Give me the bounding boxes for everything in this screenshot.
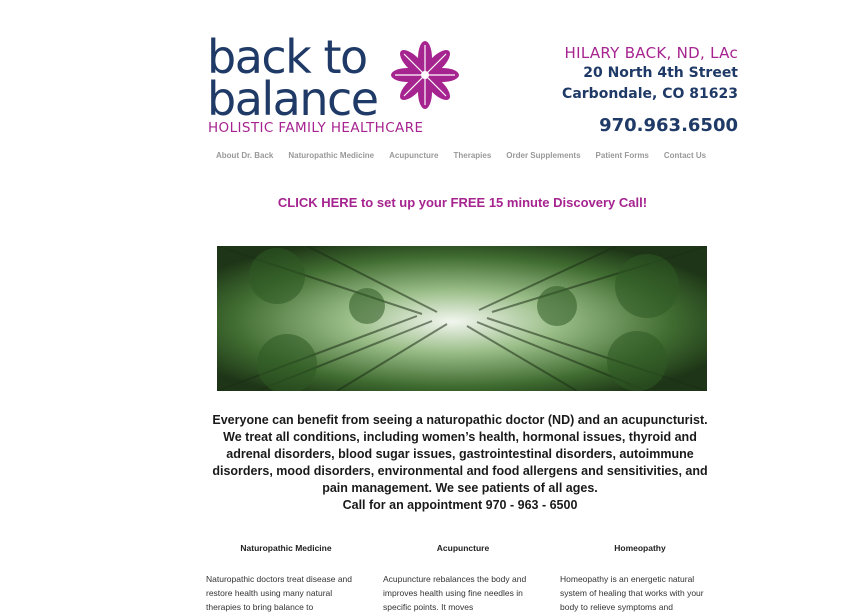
intro-paragraph: Everyone can benefit from seeing a natur… bbox=[212, 413, 708, 495]
nav-naturopathic-medicine[interactable]: Naturopathic Medicine bbox=[288, 151, 374, 160]
appointment-line: Call for an appointment 970 - 963 - 6500 bbox=[342, 498, 578, 512]
intro-text: Everyone can benefit from seeing a natur… bbox=[210, 412, 710, 514]
city-address: Carbondale, CO 81623 bbox=[562, 86, 738, 102]
main-nav: About Dr. Back Naturopathic Medicine Acu… bbox=[216, 151, 721, 160]
column-text: Homeopathy is an energetic natural syste… bbox=[560, 574, 704, 612]
discovery-call-link[interactable]: CLICK HERE to set up your FREE 15 minute… bbox=[0, 195, 848, 210]
hero-image-bamboo-forest bbox=[217, 246, 707, 391]
column-title: Naturopathic Medicine bbox=[240, 543, 332, 553]
column-naturopathic: Naturopathic Medicine Naturopathic docto… bbox=[206, 543, 366, 614]
street-address: 20 North 4th Street bbox=[583, 65, 738, 81]
nav-order-supplements[interactable]: Order Supplements bbox=[506, 151, 580, 160]
nav-therapies[interactable]: Therapies bbox=[453, 151, 491, 160]
column-text: Acupuncture rebalances the body and impr… bbox=[383, 574, 527, 612]
nav-patient-forms[interactable]: Patient Forms bbox=[596, 151, 649, 160]
column-title: Acupuncture bbox=[436, 543, 490, 553]
phone-number[interactable]: 970.963.6500 bbox=[562, 115, 738, 136]
nav-about[interactable]: About Dr. Back bbox=[216, 151, 273, 160]
column-text: Naturopathic doctors treat disease and r… bbox=[206, 574, 353, 612]
contact-block: HILARY BACK, ND, LAc 20 North 4th Street… bbox=[562, 43, 738, 136]
nav-acupuncture[interactable]: Acupuncture bbox=[389, 151, 438, 160]
column-title: Homeopathy bbox=[614, 543, 666, 553]
logo-text-line2: balance bbox=[207, 72, 379, 126]
column-homeopathy: Homeopathy Homeopathy is an energetic na… bbox=[560, 543, 720, 614]
practitioner-name: HILARY BACK, ND, LAc bbox=[564, 44, 738, 62]
lotus-flower-icon bbox=[391, 41, 459, 109]
site-logo[interactable]: back to balance HOLISTIC FAMILY HEALTHCA… bbox=[207, 34, 467, 138]
column-acupuncture: Acupuncture Acupuncture rebalances the b… bbox=[383, 543, 543, 614]
nav-contact-us[interactable]: Contact Us bbox=[664, 151, 706, 160]
logo-subtitle: HOLISTIC FAMILY HEALTHCARE bbox=[208, 120, 424, 136]
